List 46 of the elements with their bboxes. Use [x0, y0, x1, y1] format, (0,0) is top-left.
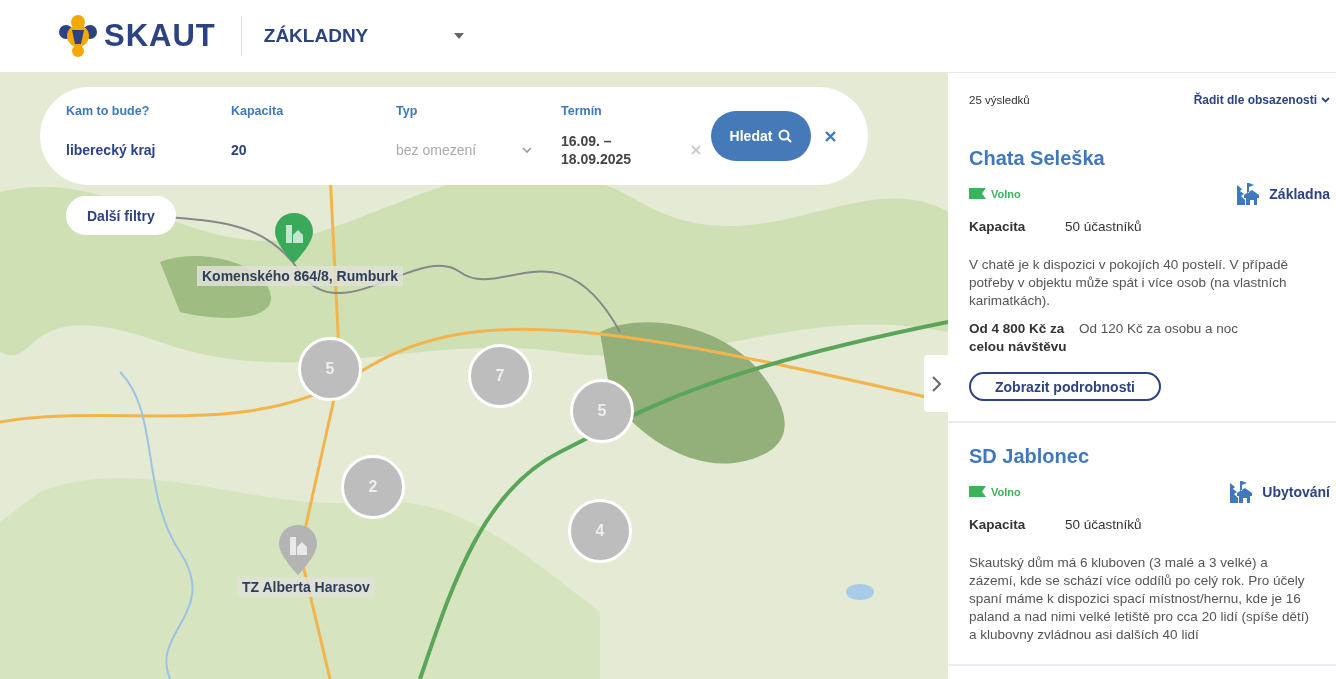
section-dropdown[interactable]: ZÁKLADNY — [263, 25, 434, 47]
close-icon[interactable] — [825, 130, 836, 142]
description-text: Skautský dům má 6 kluboven (3 malé a 3 velké) a zázemí, kde se schází více oddílů po celý rok. Pro účely spaní máme k dispozici spací místnost/hernu, kde je 16 paland a nad nimi velké letiště pro cca 20 lidí (spíše dětí) a klubovny zvládnou asi dalších 40 lidí — [969, 554, 1310, 644]
description-text: V chatě je k dispozici v pokojích 40 postelí. V případě potřeby v objektu může spát i více osob (na vlastních karimatkách). — [969, 256, 1289, 310]
map-pin-icon[interactable] — [279, 525, 317, 575]
building-flag-icon — [1230, 480, 1253, 503]
result-count: 25 výsledků — [969, 94, 1030, 106]
chevron-down-icon — [1321, 97, 1330, 103]
field-label: Kam to bude? — [66, 104, 150, 118]
input-field[interactable]: liberecký kraj — [66, 142, 216, 158]
price-per-person: Od 120 Kč za osobu a noc — [1079, 320, 1239, 338]
result-title[interactable]: SD Jablonec — [969, 445, 1090, 468]
capacity-value: 50 účastníků — [1065, 219, 1142, 234]
flag-icon — [969, 188, 986, 199]
map-pin-icon[interactable] — [275, 213, 313, 263]
type-label: Základna — [1269, 185, 1330, 202]
logo-text: SKAUT — [104, 18, 216, 54]
search-button[interactable]: Hledat — [711, 111, 811, 161]
result-title[interactable]: Chata Seleška — [969, 147, 1105, 170]
marker-label: TZ Alberta Harasov — [237, 577, 375, 597]
capacity-label: Kapacita — [969, 219, 1027, 234]
input-field[interactable]: 20 — [231, 142, 381, 158]
chevron-right-icon — [931, 375, 941, 392]
field-label: Kapacita — [231, 104, 284, 118]
building-flag-icon — [1237, 182, 1260, 205]
more-filters-button[interactable]: Další filtry — [66, 196, 176, 235]
sort-dropdown[interactable]: Řadit dle obsazenosti — [1193, 93, 1330, 107]
search-icon — [778, 129, 793, 143]
availability-status: Volno — [991, 187, 1021, 200]
availability-status: Volno — [991, 485, 1021, 498]
expand-button[interactable] — [924, 355, 948, 412]
flag-icon — [969, 486, 986, 497]
total-price: Od 4 800 Kč za celou návštěvu — [969, 320, 1068, 356]
capacity-label: Kapacita — [969, 517, 1027, 532]
marker-label: Komenského 864/8, Rumburk — [197, 266, 404, 286]
lily-logo-icon — [58, 14, 98, 58]
field-label: Termín — [561, 104, 602, 118]
date-range-field[interactable]: 16.09. – 18.09.2025 — [561, 132, 670, 168]
details-button[interactable]: Zobrazit podrobnosti — [969, 372, 1161, 401]
capacity-value: 50 účastníků — [1065, 517, 1142, 532]
clear-icon[interactable] — [691, 145, 701, 155]
type-select[interactable]: bez omezení — [396, 142, 514, 158]
field-label: Typ — [396, 104, 418, 118]
type-label: Ubytování — [1262, 483, 1330, 500]
chevron-down-icon — [522, 147, 532, 153]
caret-icon — [453, 33, 464, 39]
